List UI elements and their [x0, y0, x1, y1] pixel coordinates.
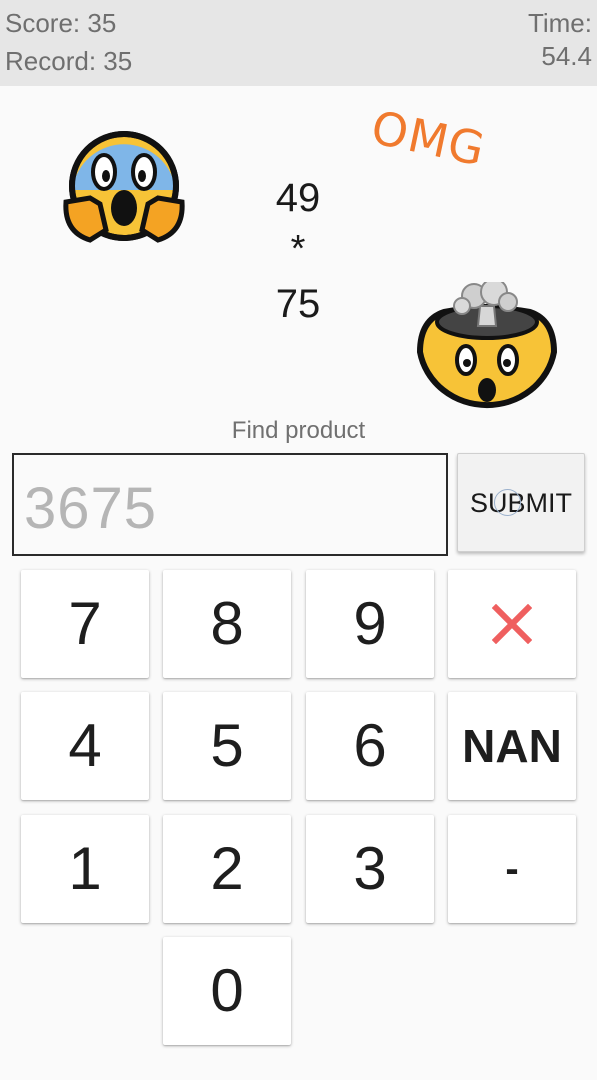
exploding-head-icon [416, 282, 558, 409]
minus-button[interactable]: - [448, 815, 576, 923]
key-1[interactable]: 1 [21, 815, 149, 923]
prompt-text: Find product [231, 417, 366, 444]
close-icon [492, 604, 532, 644]
clear-button[interactable] [448, 570, 576, 678]
nan-button[interactable]: NAN [448, 692, 576, 800]
submit-button[interactable]: SUBMIT [457, 453, 585, 552]
operator-sign: * [290, 228, 306, 270]
screaming-face-icon [63, 131, 185, 243]
record-text: Record: 35 [5, 46, 133, 76]
key-7[interactable]: 7 [21, 570, 149, 678]
key-8[interactable]: 8 [163, 570, 291, 678]
operand-2: 75 [275, 282, 321, 326]
key-4[interactable]: 4 [21, 692, 149, 800]
key-6[interactable]: 6 [306, 692, 434, 800]
key-3[interactable]: 3 [306, 815, 434, 923]
score-text: Score: 35 [5, 8, 117, 38]
answer-value: 3675 [24, 476, 158, 541]
answer-input[interactable]: 3675 [12, 453, 448, 556]
touch-ripple [494, 489, 521, 516]
key-5[interactable]: 5 [163, 692, 291, 800]
status-bar: Score: 35 Record: 35 Time: 54.4 [0, 0, 597, 86]
time-label: Time: [527, 8, 592, 38]
key-9[interactable]: 9 [306, 570, 434, 678]
time-value: 54.4 [541, 41, 592, 71]
omg-text: OMG [366, 100, 491, 177]
operand-1: 49 [275, 176, 321, 220]
key-2[interactable]: 2 [163, 815, 291, 923]
key-0[interactable]: 0 [163, 937, 291, 1045]
